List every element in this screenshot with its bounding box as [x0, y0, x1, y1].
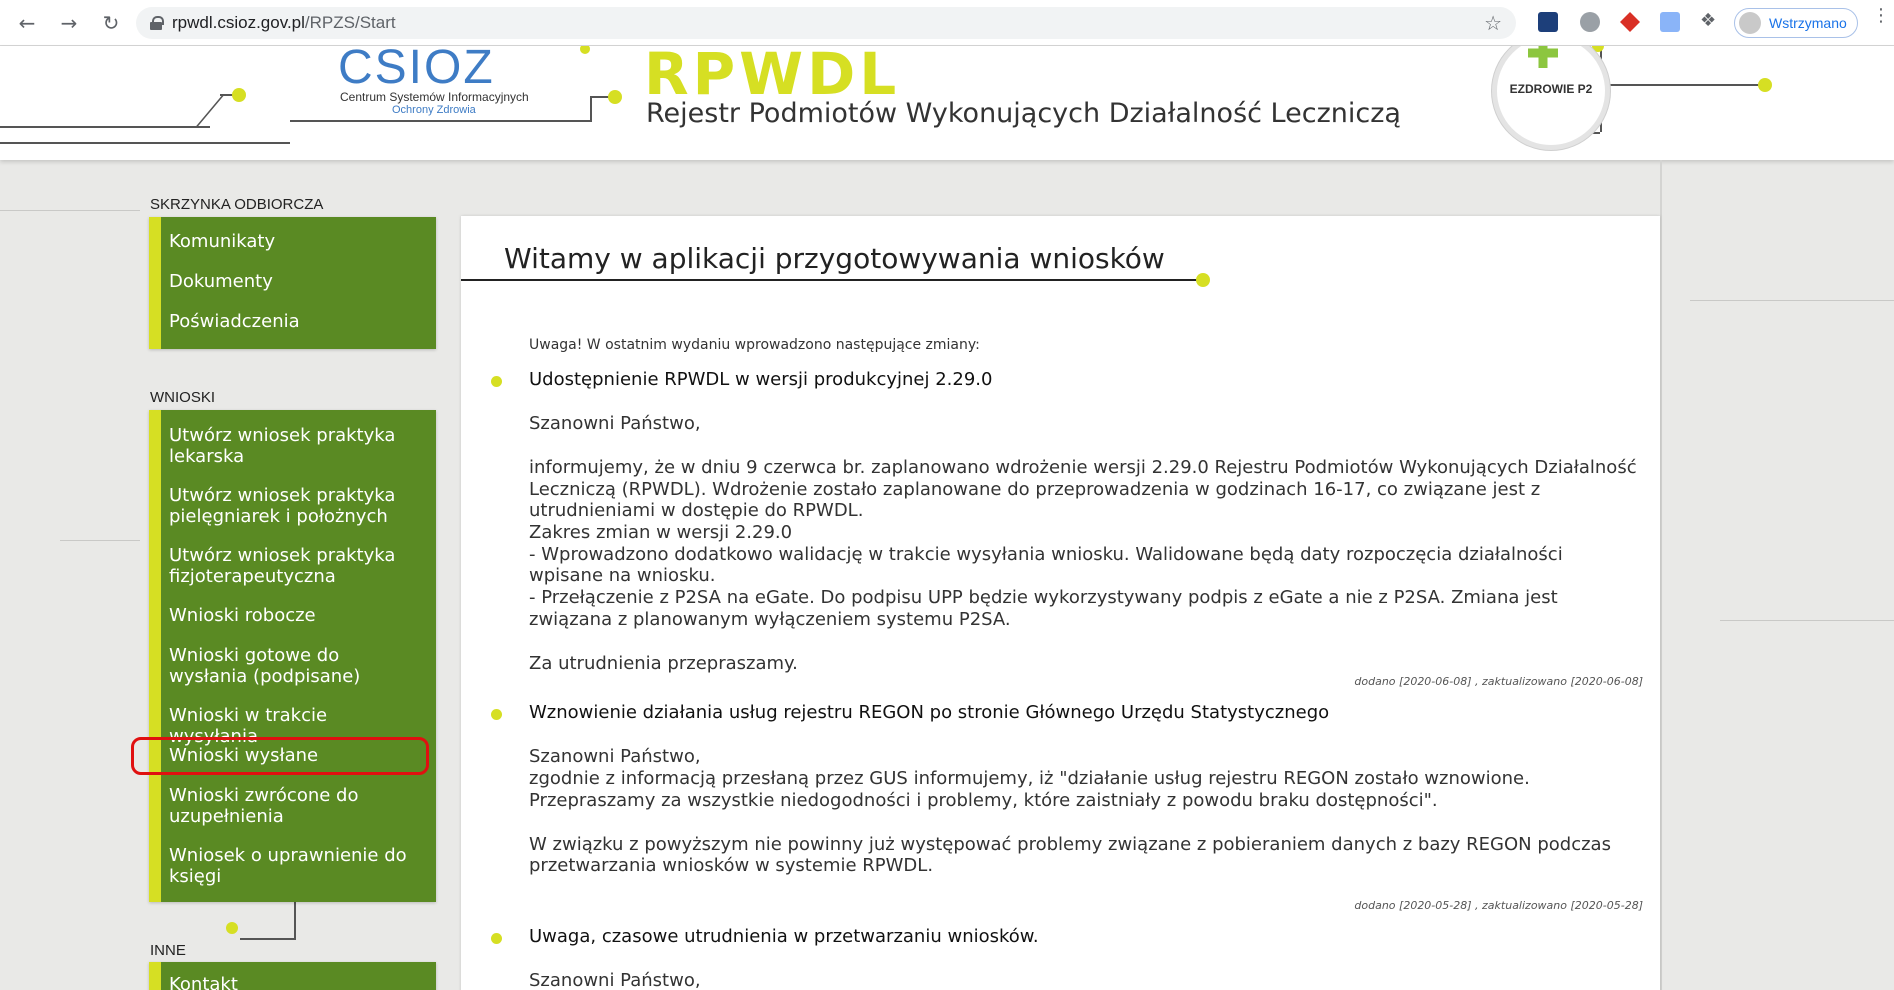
- back-icon[interactable]: ←: [12, 8, 42, 38]
- news-line: W związku z powyższym nie powinny już wy…: [529, 834, 1611, 855]
- menu-item-poswiadczenia[interactable]: Poświadczenia: [161, 311, 436, 332]
- page-title: Witamy w aplikacji przygotowywania wnios…: [504, 242, 1165, 275]
- extension-icon[interactable]: [1620, 12, 1640, 32]
- title-underline: [461, 279, 1203, 281]
- extension-icon[interactable]: [1538, 12, 1558, 32]
- news-line: Przepraszamy za wszystkie niedogodności …: [529, 790, 1438, 811]
- ezdrowie-badge[interactable]: [1492, 46, 1610, 150]
- other-menu: Kontakt: [149, 962, 436, 990]
- news-line: utrudnieniami w dostępie do RPWDL.: [529, 500, 864, 521]
- news-line: Zakres zmian w wersji 2.29.0: [529, 522, 793, 543]
- url-path: /RPZS/Start: [304, 13, 396, 32]
- profile-button[interactable]: Wstrzymano: [1734, 8, 1858, 38]
- badge-text: EZDROWIE P2: [1509, 82, 1593, 96]
- news-line: wpisane na wniosku.: [529, 565, 716, 586]
- browser-toolbar: ← → ↻ rpwdl.csioz.gov.pl/RPZS/Start ☆ ❖ …: [0, 0, 1894, 46]
- news-title: Uwaga, czasowe utrudnienia w przetwarzan…: [529, 926, 1039, 947]
- menu-item-create-medical[interactable]: Utwórz wniosek praktyka lekarska: [161, 425, 436, 467]
- news-line: zgodnie z informacją przesłaną przez GUS…: [529, 768, 1530, 789]
- news-line: - Przełączenie z P2SA na eGate. Do podpi…: [529, 587, 1558, 608]
- bullet-icon: [491, 709, 502, 720]
- news-meta: dodano [2020-06-08] , zaktualizowano [20…: [1354, 675, 1643, 688]
- news-title: Udostępnienie RPWDL w wersji produkcyjne…: [529, 369, 993, 390]
- address-bar[interactable]: rpwdl.csioz.gov.pl/RPZS/Start ☆: [136, 7, 1516, 39]
- news-greeting: Szanowni Państwo,: [529, 970, 701, 990]
- news-meta: dodano [2020-05-28] , zaktualizowano [20…: [1354, 899, 1643, 912]
- requests-menu: Utwórz wniosek praktyka lekarska Utwórz …: [149, 410, 436, 902]
- avatar: [1739, 12, 1761, 34]
- menu-item-create-physio[interactable]: Utwórz wniosek praktyka fizjoterapeutycz…: [161, 545, 436, 587]
- menu-item-drafts[interactable]: Wnioski robocze: [161, 605, 436, 626]
- menu-item-ready-to-send[interactable]: Wnioski gotowe do wysłania (podpisane): [161, 645, 436, 687]
- profile-label: Wstrzymano: [1769, 15, 1847, 31]
- forward-icon[interactable]: →: [54, 8, 84, 38]
- news-line: Leczniczą (RPWDL). Wdrożenie zostało zap…: [529, 479, 1541, 500]
- menu-item-book-permission[interactable]: Wniosek o uprawnienie do księgi: [161, 845, 436, 887]
- news-closing: Za utrudnienia przepraszamy.: [529, 653, 798, 674]
- reload-icon[interactable]: ↻: [96, 8, 126, 38]
- menu-item-dokumenty[interactable]: Dokumenty: [161, 271, 436, 292]
- org-name: Centrum Systemów Informacyjnych: [340, 90, 529, 104]
- highlight-annotation: [131, 737, 429, 775]
- menu-item-create-nursing[interactable]: Utwórz wniosek praktyka pielęgniarek i p…: [161, 485, 436, 527]
- more-menu-icon[interactable]: ⋮: [1872, 7, 1890, 25]
- bookmark-star-icon[interactable]: ☆: [1484, 11, 1502, 36]
- other-section-title: INNE: [150, 942, 186, 959]
- app-full-name: Rejestr Podmiotów Wykonujących Działalno…: [646, 98, 1401, 129]
- inbox-menu: Komunikaty Dokumenty Poświadczenia: [149, 217, 436, 349]
- url-host: rpwdl.csioz.gov.pl: [172, 13, 305, 32]
- news-title: Wznowienie działania usług rejestru REGO…: [529, 702, 1330, 723]
- bullet-icon: [491, 376, 502, 387]
- inbox-section-title: SKRZYNKA ODBIORCZA: [150, 196, 324, 213]
- org-name-line2: Ochrony Zdrowia: [392, 104, 476, 116]
- site-header: CSIOZ Centrum Systemów Informacyjnych Oc…: [0, 46, 1894, 160]
- lock-icon: [150, 16, 164, 30]
- extension-icon[interactable]: [1660, 12, 1680, 32]
- csioz-logo[interactable]: CSIOZ: [338, 46, 495, 95]
- puzzle-icon[interactable]: ❖: [1700, 10, 1720, 31]
- news-line: - Wprowadzono dodatkowo walidację w trak…: [529, 544, 1563, 565]
- news-line: związana z planowanym wyłączeniem system…: [529, 609, 1011, 630]
- extension-icon[interactable]: [1580, 12, 1600, 32]
- intro-text: Uwaga! W ostatnim wydaniu wprowadzono na…: [529, 337, 980, 353]
- news-line: informujemy, że w dniu 9 czerwca br. zap…: [529, 457, 1637, 478]
- menu-item-kontakt[interactable]: Kontakt: [161, 974, 436, 990]
- news-line: przetwarzania wniosków w systemie RPWDL.: [529, 855, 934, 876]
- requests-section-title: WNIOSKI: [150, 389, 216, 406]
- bullet-icon: [491, 933, 502, 944]
- menu-item-komunikaty[interactable]: Komunikaty: [161, 231, 436, 252]
- news-greeting: Szanowni Państwo,: [529, 746, 701, 767]
- menu-item-returned[interactable]: Wnioski zwrócone do uzupełnienia: [161, 785, 436, 827]
- news-greeting: Szanowni Państwo,: [529, 413, 701, 434]
